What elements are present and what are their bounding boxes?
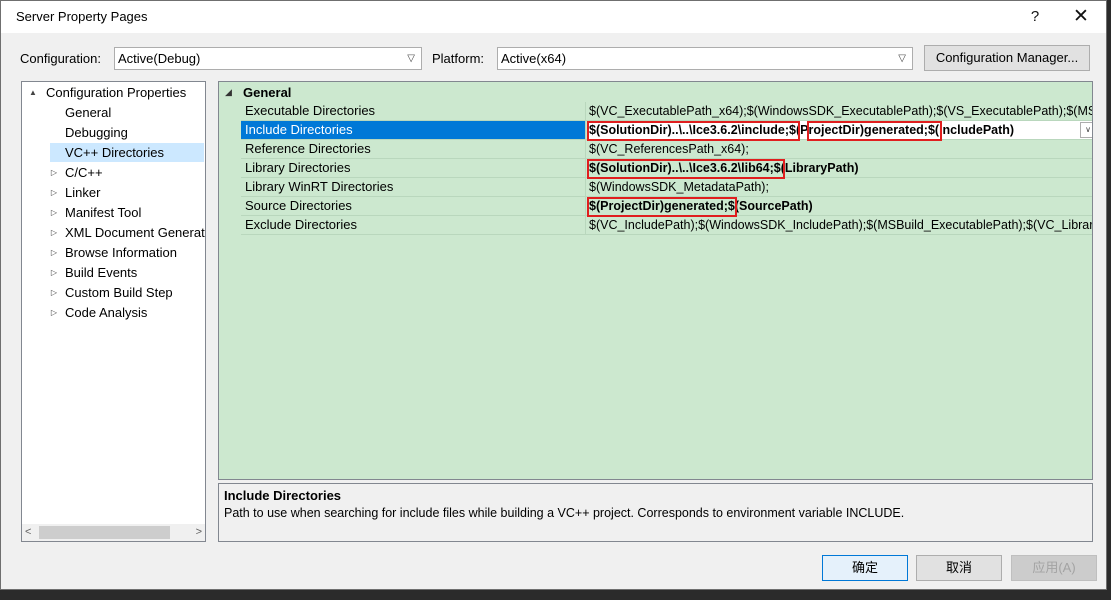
- tree-item-label: C/C++: [65, 165, 103, 180]
- expand-arrow-icon[interactable]: ▷: [49, 283, 59, 302]
- property-name: Reference Directories: [241, 140, 586, 158]
- section-title: General: [243, 85, 292, 100]
- platform-value: Active(x64): [501, 51, 567, 66]
- property-row-library-directories[interactable]: Library Directories $(SolutionDir)..\..\…: [241, 159, 1092, 178]
- property-row-source-directories[interactable]: Source Directories $(ProjectDir)generate…: [241, 197, 1092, 216]
- tree-item-browse-information[interactable]: ▷ Browse Information: [26, 243, 204, 262]
- configuration-label: Configuration:: [20, 51, 101, 66]
- configuration-select[interactable]: Active(Debug) ▽: [114, 47, 422, 70]
- property-value[interactable]: $(SolutionDir)..\..\Ice3.6.2\lib64;$(Lib…: [587, 159, 1092, 177]
- scroll-left-icon[interactable]: <: [25, 524, 31, 541]
- expand-arrow-icon[interactable]: ▷: [49, 183, 59, 202]
- chevron-down-icon: ▽: [407, 53, 415, 64]
- platform-select[interactable]: Active(x64) ▽: [497, 47, 913, 70]
- tree-item-label: Build Events: [65, 265, 138, 280]
- tree-horizontal-scrollbar[interactable]: < >: [22, 524, 205, 541]
- tree-item-label: Code Analysis: [65, 305, 148, 320]
- description-panel: Include Directories Path to use when sea…: [218, 483, 1093, 542]
- title-bar: Server Property Pages ? ✕: [1, 1, 1106, 33]
- property-value[interactable]: $(VC_IncludePath);$(WindowsSDK_IncludePa…: [587, 216, 1092, 234]
- description-text: Path to use when searching for include f…: [224, 506, 905, 520]
- section-collapse-icon[interactable]: ◢: [225, 83, 232, 102]
- tree-item-label: Debugging: [65, 125, 128, 140]
- property-name: Source Directories: [241, 197, 586, 215]
- property-grid: ◢ General Executable Directories $(VC_Ex…: [218, 81, 1093, 480]
- expand-arrow-icon[interactable]: ▷: [49, 263, 59, 282]
- property-name: Library WinRT Directories: [241, 178, 586, 196]
- platform-label: Platform:: [432, 51, 485, 66]
- property-value-input[interactable]: $(SolutionDir)..\..\Ice3.6.2\include;$(P…: [587, 121, 1092, 139]
- property-row-executable-directories[interactable]: Executable Directories $(VC_ExecutablePa…: [241, 102, 1092, 121]
- tree-item-label: XML Document Generat: [65, 225, 205, 240]
- configuration-value: Active(Debug): [118, 51, 201, 66]
- configuration-manager-button[interactable]: Configuration Manager...: [924, 45, 1090, 71]
- tree-item-label: Custom Build Step: [65, 285, 173, 300]
- tree-item-label: Configuration Properties: [46, 85, 187, 100]
- expand-arrow-icon[interactable]: ▷: [49, 243, 59, 262]
- chevron-down-icon[interactable]: ∨: [1080, 122, 1092, 138]
- property-name: Exclude Directories: [241, 216, 586, 234]
- expand-arrow-icon[interactable]: ▷: [49, 223, 59, 242]
- collapse-arrow-icon[interactable]: ▲: [28, 83, 38, 102]
- description-title: Include Directories: [224, 488, 342, 503]
- scroll-right-icon[interactable]: >: [196, 524, 202, 541]
- expand-arrow-icon[interactable]: ▷: [49, 203, 59, 222]
- expand-arrow-icon[interactable]: ▷: [49, 163, 59, 182]
- property-tree: ▲ Configuration Properties General Debug…: [21, 81, 206, 542]
- tree-item-label: Manifest Tool: [65, 205, 142, 220]
- ok-button[interactable]: 确定: [822, 555, 908, 581]
- expand-arrow-icon[interactable]: ▷: [49, 303, 59, 322]
- tree-item-debugging[interactable]: Debugging: [26, 123, 204, 142]
- tree-item-label: VC++ Directories: [65, 145, 164, 160]
- property-row-include-directories[interactable]: Include Directories $(SolutionDir)..\..\…: [241, 121, 1092, 140]
- property-value[interactable]: $(WindowsSDK_MetadataPath);: [587, 178, 1092, 196]
- scrollbar-thumb[interactable]: [39, 526, 170, 539]
- tree-item-custom-build-step[interactable]: ▷ Custom Build Step: [26, 283, 204, 302]
- property-name: Include Directories: [241, 121, 586, 139]
- apply-button[interactable]: 应用(A): [1011, 555, 1097, 581]
- property-value[interactable]: $(VC_ExecutablePath_x64);$(WindowsSDK_Ex…: [587, 102, 1092, 120]
- tree-item-linker[interactable]: ▷ Linker: [26, 183, 204, 202]
- property-name: Executable Directories: [241, 102, 586, 120]
- chevron-down-icon: ▽: [898, 53, 906, 64]
- help-button[interactable]: ?: [1012, 1, 1058, 33]
- property-row-reference-directories[interactable]: Reference Directories $(VC_ReferencesPat…: [241, 140, 1092, 159]
- tree-item-label: Linker: [65, 185, 101, 200]
- property-value[interactable]: $(VC_ReferencesPath_x64);: [587, 140, 1092, 158]
- property-row-exclude-directories[interactable]: Exclude Directories $(VC_IncludePath);$(…: [241, 216, 1092, 235]
- tree-item-label: Browse Information: [65, 245, 177, 260]
- tree-item-vc-directories[interactable]: VC++ Directories: [50, 143, 204, 162]
- property-pages-window: Server Property Pages ? ✕ Configuration:…: [0, 0, 1107, 590]
- tree-item-xml-document-generator[interactable]: ▷ XML Document Generat: [26, 223, 205, 242]
- property-value[interactable]: $(ProjectDir)generated;$(SourcePath): [587, 197, 1092, 215]
- property-name: Library Directories: [241, 159, 586, 177]
- property-row-library-winrt-directories[interactable]: Library WinRT Directories $(WindowsSDK_M…: [241, 178, 1092, 197]
- tree-item-general[interactable]: General: [26, 103, 204, 122]
- grid-section-general[interactable]: ◢ General: [219, 83, 1092, 102]
- tree-item-configuration-properties[interactable]: ▲ Configuration Properties: [26, 83, 204, 102]
- close-button[interactable]: ✕: [1058, 1, 1104, 33]
- cancel-button[interactable]: 取消: [916, 555, 1002, 581]
- tree-item-code-analysis[interactable]: ▷ Code Analysis: [26, 303, 204, 322]
- tree-item-c-cpp[interactable]: ▷ C/C++: [26, 163, 204, 182]
- tree-item-build-events[interactable]: ▷ Build Events: [26, 263, 204, 282]
- window-title: Server Property Pages: [16, 9, 148, 24]
- tree-item-label: General: [65, 105, 112, 120]
- tree-item-manifest-tool[interactable]: ▷ Manifest Tool: [26, 203, 204, 222]
